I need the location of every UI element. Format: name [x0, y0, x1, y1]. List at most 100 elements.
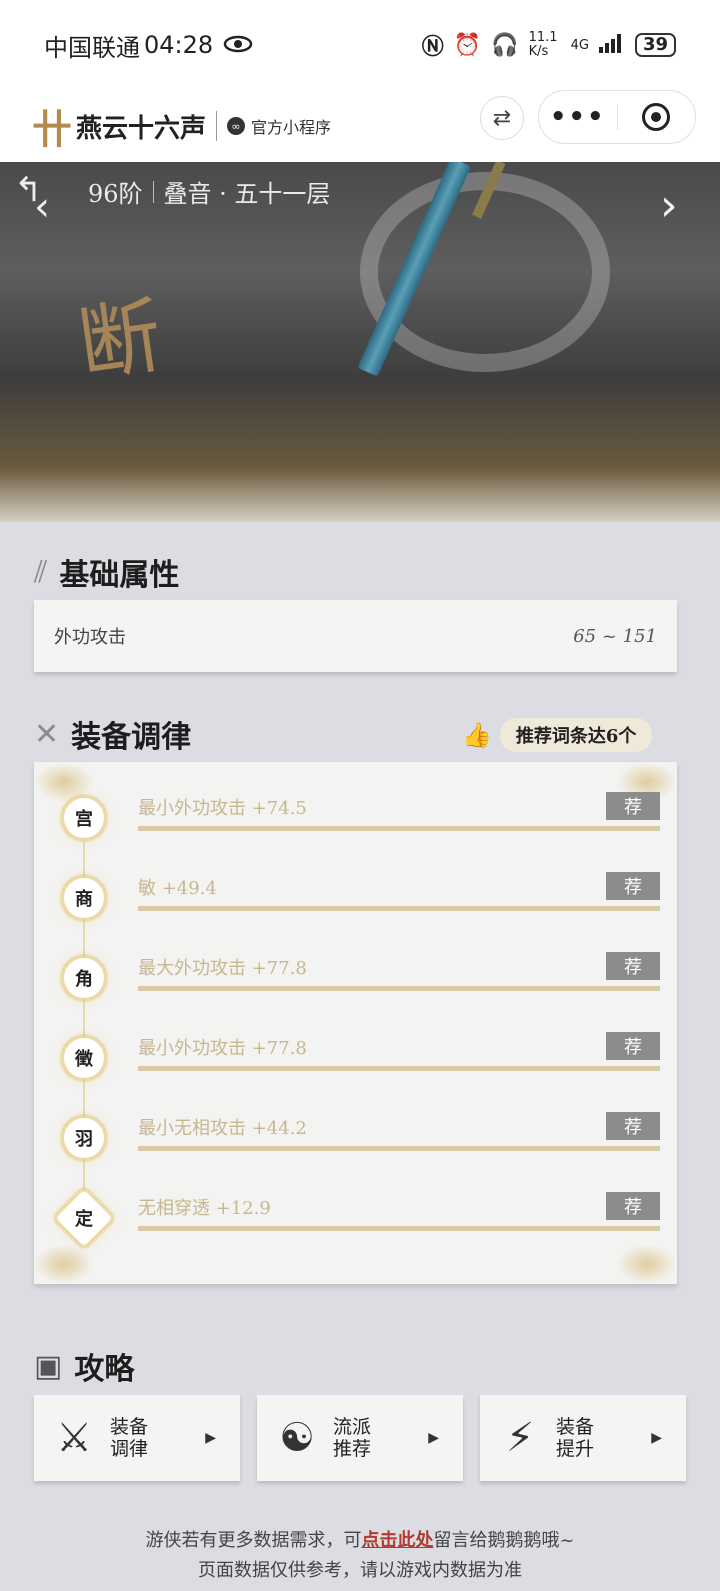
logo-text: 燕云十六声	[76, 113, 207, 144]
next-arrow-icon[interactable]: ›	[660, 180, 678, 231]
clock: 04:28	[144, 31, 214, 59]
play-arrow-icon: ▶	[428, 1430, 439, 1446]
tuning-title: 装备调律	[71, 720, 192, 755]
guide-label-line1: 流派	[333, 1416, 372, 1438]
attribute-label: 外功攻击	[54, 627, 126, 648]
tuning-attribute: 最小外功攻击 +74.5	[138, 798, 307, 819]
target-icon	[642, 103, 671, 131]
network-speed: 11.1 K/s	[528, 30, 558, 59]
tuning-attribute: 最小无相攻击 +44.2	[138, 1118, 307, 1139]
swap-button[interactable]: ⇄	[480, 96, 524, 140]
recommended-tag: 荐	[606, 1112, 660, 1140]
weapon-banner: ↰ ‹ › 96阶 叠音 · 五十一层 断	[0, 162, 720, 522]
recommended-tag: 荐	[606, 952, 660, 980]
recommended-tag: 荐	[606, 1192, 660, 1220]
headphones-icon: 🎧	[491, 32, 519, 58]
guide-label: 流派 推荐	[333, 1416, 393, 1460]
guide-school-button[interactable]: ☯ 流派 推荐 ▶	[257, 1395, 463, 1481]
attribute-value: 65 ~ 151	[573, 625, 657, 647]
guide-label-line2: 推荐	[333, 1438, 372, 1460]
footer-note: 游侠若有更多数据需求，可点击此处留言给鹅鹅鹅哦~ 页面数据仅供参考，请以游戏内数…	[0, 1526, 720, 1586]
guide-label-line1: 装备	[110, 1416, 149, 1438]
note-badge: 徵	[64, 1038, 104, 1078]
guide-label-line1: 装备	[556, 1416, 595, 1438]
base-attributes-title: 基础属性	[59, 558, 180, 593]
tuning-heading: ✕ 装备调律	[34, 712, 191, 756]
eye-icon	[223, 31, 253, 59]
tuning-bar	[138, 1226, 660, 1231]
thumbs-up-icon: 👍	[462, 721, 492, 749]
tuning-attribute: 敏 +49.4	[138, 878, 217, 899]
weapon-info-divider	[152, 180, 154, 203]
weapon-tier: 96阶	[88, 180, 143, 208]
logo-icon: 卄	[32, 106, 72, 153]
crossed-swords-hat-icon: ⚔	[56, 1415, 92, 1461]
tuning-row: 宫 最小外功攻击 +74.5 荐	[34, 778, 677, 858]
guide-label-line2: 调律	[110, 1438, 149, 1460]
guide-tuning-button[interactable]: ⚔ 装备 调律 ▶	[34, 1395, 240, 1481]
tuning-row: 角 最大外功攻击 +77.8 荐	[34, 938, 677, 1018]
guide-label: 装备 提升	[556, 1416, 616, 1460]
base-attributes-heading: ⫽ 基础属性	[34, 550, 179, 594]
note-badge: 宫	[64, 798, 104, 838]
calligraphy-mark: 断	[72, 288, 168, 395]
more-options-button[interactable]: •••	[539, 102, 617, 132]
guide-label: 装备 调律	[110, 1416, 170, 1460]
tuning-row: 羽 最小无相攻击 +44.2 荐	[34, 1098, 677, 1178]
guides-heading: ▣ 攻略	[34, 1344, 134, 1388]
recommend-badge: 👍 推荐词条达6个	[462, 718, 653, 752]
network-type: 4G	[570, 37, 589, 53]
signal-icon	[598, 33, 625, 57]
tuning-bar	[138, 906, 660, 911]
mini-program-label: 官方小程序	[251, 118, 332, 137]
close-miniprogram-button[interactable]	[618, 103, 696, 131]
sword-slash-icon: ⚡	[505, 1415, 535, 1461]
tuning-attribute: 无相穿透 +12.9	[138, 1198, 271, 1219]
tuning-bar	[138, 1146, 660, 1151]
guide-upgrade-button[interactable]: ⚡ 装备 提升 ▶	[480, 1395, 686, 1481]
guide-label-line2: 提升	[556, 1438, 595, 1460]
weapon-info: 96阶 叠音 · 五十一层	[88, 174, 330, 209]
play-arrow-icon: ▶	[651, 1430, 662, 1446]
tuning-bar	[138, 1066, 660, 1071]
feedback-link[interactable]: 点击此处	[361, 1530, 433, 1551]
capsule-menu: •••	[538, 90, 696, 144]
recommended-tag: 荐	[606, 792, 660, 820]
mini-program-badge[interactable]: ∞ 官方小程序	[227, 114, 331, 138]
prev-arrow-icon[interactable]: ‹	[34, 184, 50, 230]
battery-level: 39	[634, 33, 676, 57]
footer-disclaimer: 页面数据仅供参考，请以游戏内数据为准	[198, 1560, 522, 1581]
guides-title: 攻略	[74, 1352, 135, 1387]
book-icon: ▣	[34, 1348, 63, 1384]
note-badge: 商	[64, 878, 104, 918]
tuning-bar	[138, 826, 660, 831]
note-badge: 角	[64, 958, 104, 998]
note-badge: 羽	[64, 1118, 104, 1158]
tuning-row: 徵 最小外功攻击 +77.8 荐	[34, 1018, 677, 1098]
play-arrow-icon: ▶	[205, 1430, 216, 1446]
status-bar: 中国联通 04:28 Ⓝ ⏰ 🎧 11.1 K/s 4G 39	[0, 0, 720, 90]
recommended-tag: 荐	[606, 1032, 660, 1060]
footer-line1: 游侠若有更多数据需求，可点击此处留言给鹅鹅鹅哦~	[0, 1526, 720, 1556]
weapon-name: 叠音 · 五十一层	[163, 180, 331, 208]
carrier-name: 中国联通	[44, 33, 140, 62]
app-header: 卄 燕云十六声 ∞ 官方小程序 ⇄ •••	[0, 90, 720, 162]
recommended-tag: 荐	[606, 872, 660, 900]
note-badge-label: 定	[75, 1209, 93, 1230]
tuning-attribute: 最小外功攻击 +77.8	[138, 1038, 307, 1059]
tuning-attribute: 最大外功攻击 +77.8	[138, 958, 307, 979]
crossed-swords-icon: ✕	[34, 716, 60, 752]
header-divider	[216, 111, 218, 141]
tuning-row: 定 无相穿透 +12.9 荐	[34, 1178, 677, 1258]
alarm-icon: ⏰	[453, 32, 482, 58]
note-badge: 定	[55, 1189, 113, 1247]
mini-program-icon: ∞	[227, 117, 246, 135]
footer-suffix: 留言给鹅鹅鹅哦~	[433, 1530, 575, 1551]
recommend-badge-text: 推荐词条达6个	[499, 718, 653, 752]
base-attribute-row: 外功攻击 65 ~ 151	[34, 600, 677, 672]
brush-strokes-icon: ⫽	[34, 554, 48, 590]
footer-prefix: 游侠若有更多数据需求，可	[145, 1530, 362, 1551]
meditating-figure-icon: ☯	[279, 1415, 315, 1461]
tuning-bar	[138, 986, 660, 991]
tuning-row: 商 敏 +49.4 荐	[34, 858, 677, 938]
